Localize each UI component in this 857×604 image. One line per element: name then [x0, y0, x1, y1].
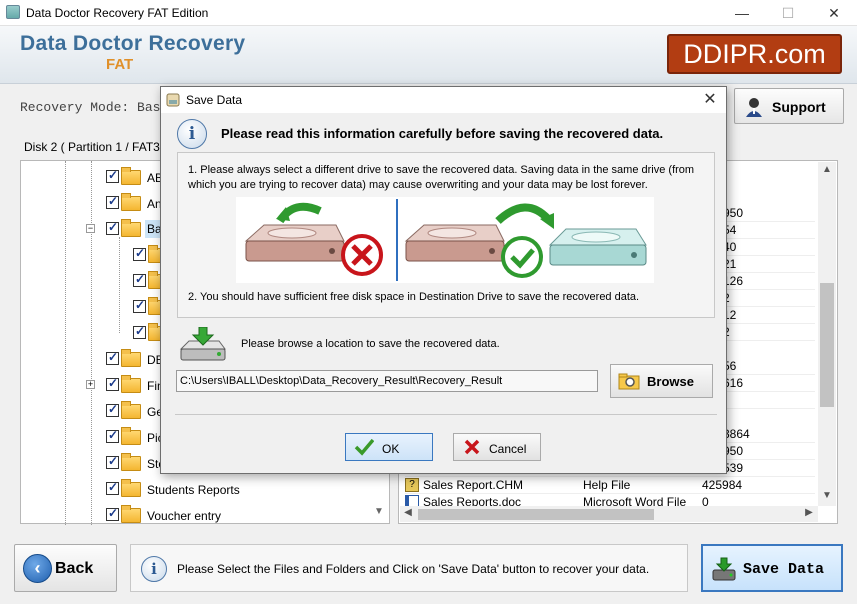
tree-checkbox[interactable]	[106, 402, 119, 417]
folder-open-icon	[121, 219, 141, 237]
illustration-divider	[396, 199, 398, 281]
ok-button[interactable]: OK	[345, 433, 433, 461]
tree-checkbox[interactable]	[106, 194, 119, 209]
cancel-label: Cancel	[489, 442, 527, 456]
dialog-close-button[interactable]: ✕	[699, 89, 721, 111]
save-data-dialog: Save Data ✕ i Please read this informati…	[160, 86, 727, 474]
save-drive-icon	[712, 557, 736, 581]
minimize-button[interactable]: —	[719, 0, 765, 26]
instructions-box: 1. Please always select a different driv…	[177, 152, 715, 318]
dialog-separator	[175, 414, 717, 415]
tree-checkbox[interactable]	[106, 454, 119, 469]
collapse-toggle[interactable]: −	[86, 224, 95, 233]
scroll-up-arrow[interactable]: ▲	[820, 164, 834, 178]
drive-illustration	[236, 197, 654, 283]
folder-icon	[121, 453, 141, 471]
folder-icon	[121, 401, 141, 419]
back-button[interactable]: ‹ Back	[14, 544, 117, 592]
scroll-right-arrow[interactable]: ▶	[802, 507, 816, 521]
file-type: Help File	[583, 478, 631, 492]
instruction-1: 1. Please always select a different driv…	[188, 164, 695, 191]
maximize-button[interactable]: ☐	[765, 0, 811, 26]
back-arrow-icon: ‹	[23, 554, 52, 583]
status-message: Please Select the Files and Folders and …	[177, 562, 650, 576]
folder-icon	[121, 349, 141, 367]
brand-edition: FAT	[106, 56, 134, 73]
list-scroll-thumb[interactable]	[820, 283, 834, 407]
ok-label: OK	[382, 442, 400, 456]
cancel-button[interactable]: Cancel	[453, 433, 541, 461]
user-support-icon	[746, 98, 762, 117]
list-hscroll-thumb[interactable]	[418, 509, 654, 520]
scroll-left-arrow[interactable]: ◀	[401, 507, 415, 521]
tree-checkbox[interactable]	[106, 480, 119, 495]
file-size: 3864	[723, 427, 750, 441]
cross-icon	[464, 439, 480, 455]
tree-checkbox[interactable]	[133, 246, 146, 261]
tree-checkbox[interactable]	[106, 376, 119, 391]
tree-checkbox[interactable]	[106, 168, 119, 183]
support-label: Support	[772, 99, 826, 115]
tree-checkbox[interactable]	[106, 350, 119, 365]
help-file-icon: ?	[405, 478, 419, 492]
expand-toggle[interactable]: +	[86, 380, 95, 389]
tree-checkbox[interactable]	[106, 220, 119, 235]
scroll-down-arrow[interactable]: ▼	[820, 490, 834, 504]
save-data-label: Save Data	[743, 561, 825, 578]
disk-label: Disk 2 ( Partition 1 / FAT32 /	[24, 140, 174, 154]
folder-icon	[121, 167, 141, 185]
tree-item-label: Students Reports	[147, 483, 240, 497]
dialog-app-icon	[166, 93, 180, 107]
tree-checkbox[interactable]	[106, 506, 119, 521]
folder-search-icon	[618, 373, 640, 390]
app-icon	[6, 5, 20, 19]
dialog-heading: Please read this information carefully b…	[221, 126, 664, 141]
folder-icon	[121, 427, 141, 445]
status-info-bar: i Please Select the Files and Folders an…	[130, 544, 688, 592]
brand-title: Data Doctor Recovery	[20, 32, 246, 55]
folder-icon	[121, 479, 141, 497]
dialog-title: Save Data	[186, 93, 243, 107]
website-badge[interactable]: DDIPR.com	[667, 34, 842, 74]
checkmark-icon	[354, 438, 374, 456]
browse-label: Browse	[647, 374, 694, 389]
tree-item[interactable]: Students Reports	[21, 476, 381, 502]
tree-item-label: Voucher entry	[147, 509, 222, 523]
browse-prompt: Please browse a location to save the rec…	[241, 338, 500, 350]
info-icon: i	[141, 556, 167, 582]
file-name: Sales Report.CHM	[423, 478, 524, 492]
file-size: 425984	[702, 478, 743, 492]
tree-checkbox[interactable]	[133, 272, 146, 287]
dialog-title-bar: Save Data ✕	[161, 87, 726, 113]
close-button[interactable]: ✕	[811, 0, 857, 26]
folder-icon	[121, 193, 141, 211]
folder-icon	[121, 375, 141, 393]
window-title: Data Doctor Recovery FAT Edition	[26, 6, 209, 20]
tree-item[interactable]: Voucher entry	[21, 502, 381, 528]
instruction-2: 2. You should have sufficient free disk …	[188, 291, 640, 303]
list-row[interactable]: ? Sales Report.CHM Help File 425984	[405, 477, 815, 494]
tree-scroll-down-arrow[interactable]: ▼	[370, 506, 388, 522]
save-data-button[interactable]: Save Data	[701, 544, 843, 592]
tree-checkbox[interactable]	[106, 428, 119, 443]
back-label: Back	[55, 560, 94, 577]
drive-diagram-icon	[244, 202, 647, 278]
destination-path-input[interactable]	[176, 370, 598, 392]
download-drive-icon	[179, 327, 226, 361]
support-button[interactable]: Support	[734, 88, 844, 124]
folder-icon	[121, 505, 141, 523]
tree-checkbox[interactable]	[133, 298, 146, 313]
tree-checkbox[interactable]	[133, 324, 146, 339]
title-bar: Data Doctor Recovery FAT Edition — ☐ ✕	[0, 0, 857, 26]
info-icon: i	[177, 119, 207, 149]
app-header: Data Doctor Recovery FAT DDIPR.com	[0, 26, 857, 84]
browse-button[interactable]: Browse	[610, 364, 713, 398]
recovery-mode-label: Recovery Mode: Bas	[20, 100, 161, 115]
